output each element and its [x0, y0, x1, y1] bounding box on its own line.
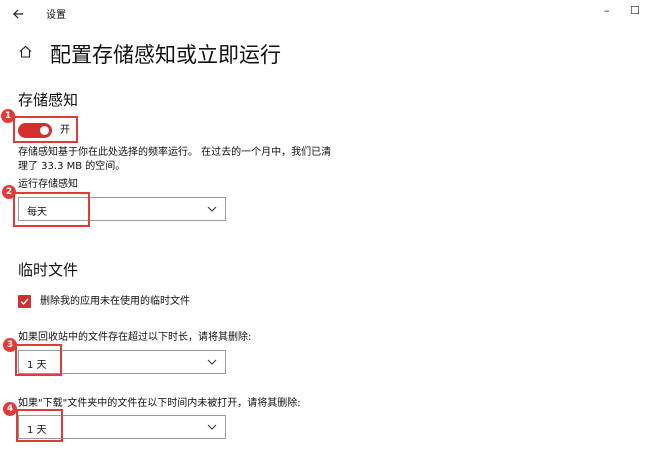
storage-sense-description-line1: 存储感知基于你在此处选择的频率运行。 在过去的一个月中，我们已清 — [18, 147, 332, 158]
back-button[interactable] — [12, 5, 26, 19]
home-icon — [19, 45, 32, 58]
window-title: 设置 — [46, 10, 66, 21]
highlight-box-4 — [16, 409, 63, 442]
storage-sense-heading: 存储感知 — [18, 91, 79, 109]
temp-files-heading: 临时文件 — [18, 261, 79, 279]
home-button[interactable] — [18, 44, 34, 60]
arrow-left-icon — [13, 9, 23, 19]
chevron-down-icon — [207, 424, 217, 430]
page-title: 配置存储感知或立即运行 — [50, 43, 281, 67]
marker-3: 3 — [3, 338, 17, 352]
recycle-bin-label: 如果回收站中的文件存在超过以下时长，请将其删除: — [18, 332, 252, 343]
checkmark-icon — [20, 298, 29, 306]
chevron-down-icon — [207, 206, 217, 212]
highlight-box-3 — [15, 344, 62, 376]
highlight-box-2 — [13, 192, 90, 227]
minimize-button[interactable]: – — [604, 5, 610, 17]
delete-temp-files-label: 删除我的应用未在使用的临时文件 — [40, 296, 190, 307]
chevron-down-icon — [207, 359, 217, 365]
highlight-box-1 — [13, 116, 78, 143]
storage-sense-description-line2: 理了 33.3 MB 的空间。 — [18, 161, 126, 172]
maximize-button[interactable]: ☐ — [630, 5, 640, 17]
delete-temp-files-checkbox[interactable] — [18, 295, 31, 308]
run-storage-sense-label: 运行存储感知 — [18, 179, 78, 190]
marker-1: 1 — [1, 109, 15, 123]
marker-4: 4 — [3, 402, 17, 416]
marker-2: 2 — [2, 185, 16, 199]
